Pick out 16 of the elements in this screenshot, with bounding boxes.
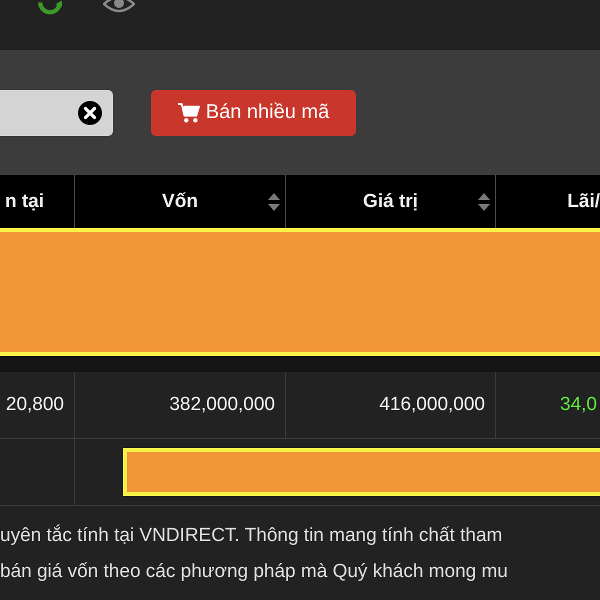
- table-cell: 20,800: [6, 394, 64, 416]
- disclaimer-text: bán giá vốn theo các phương pháp mà Quý khách mong mu: [0, 560, 509, 584]
- disclaimer-text: uyên tắc tính tại VNDIRECT. Thông tin mang tính chất tham: [0, 524, 504, 548]
- table-cell: 382,000,000: [169, 394, 275, 416]
- clear-icon[interactable]: [78, 100, 102, 124]
- sell-multiple-button[interactable]: Bán nhiều mã: [151, 90, 356, 136]
- sort-icon[interactable]: [268, 193, 280, 211]
- table-cell: 34,0: [560, 394, 597, 416]
- column-header[interactable]: n tại: [4, 190, 44, 212]
- search-field[interactable]: [0, 90, 113, 136]
- cart-icon: [178, 102, 200, 122]
- sort-icon[interactable]: [478, 193, 490, 211]
- column-header[interactable]: Lãi/: [567, 190, 600, 212]
- column-header[interactable]: Giá trị: [363, 190, 418, 212]
- table-cell: 416,000,000: [379, 394, 485, 416]
- column-header[interactable]: Vốn: [162, 190, 198, 212]
